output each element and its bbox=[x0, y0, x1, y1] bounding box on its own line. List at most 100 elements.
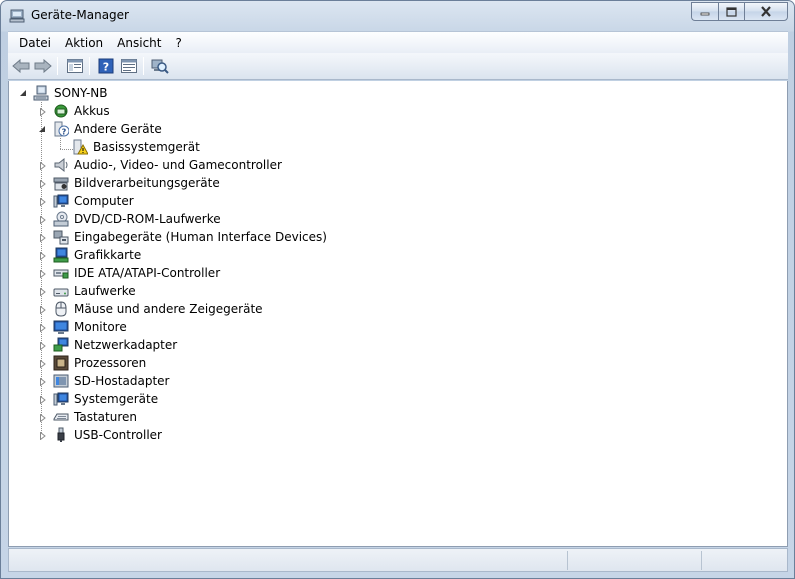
expand-icon[interactable] bbox=[38, 413, 47, 422]
tree-item-akkus[interactable]: Akkus bbox=[9, 102, 309, 120]
expand-icon[interactable] bbox=[38, 359, 47, 368]
expand-icon[interactable] bbox=[38, 431, 47, 440]
speaker-icon bbox=[54, 157, 68, 173]
toolbar-separator bbox=[143, 57, 144, 75]
console-tree-button[interactable] bbox=[65, 57, 85, 75]
disk-drive-icon bbox=[53, 288, 69, 297]
device-tree[interactable]: SONY-NB Akkus ? Andere Geräte Basissyste… bbox=[8, 81, 788, 547]
tree-item-basissystemgeraet[interactable]: Basissystemgerät bbox=[9, 138, 309, 156]
expand-icon[interactable] bbox=[38, 305, 47, 314]
tree-item-andere-geraete[interactable]: ? Andere Geräte bbox=[9, 120, 309, 138]
tree-item-label: Basissystemgerät bbox=[93, 140, 200, 154]
close-button[interactable] bbox=[744, 2, 788, 21]
tree-item-usb[interactable]: USB-Controller bbox=[9, 426, 309, 444]
back-button[interactable] bbox=[11, 57, 31, 75]
monitor-icon bbox=[53, 320, 69, 334]
toolbar-separator bbox=[57, 57, 58, 75]
expand-icon[interactable] bbox=[38, 395, 47, 404]
menu-ansicht[interactable]: Ansicht bbox=[110, 33, 168, 53]
tree-item-label: Computer bbox=[74, 194, 134, 208]
tree-item-maeuse[interactable]: Mäuse und andere Zeigegeräte bbox=[9, 300, 329, 318]
hid-icon bbox=[53, 230, 69, 245]
tree-item-monitore[interactable]: Monitore bbox=[9, 318, 309, 336]
tree-item-hid[interactable]: Eingabegeräte (Human Interface Devices) bbox=[9, 228, 329, 246]
menu-bar: Datei Aktion Ansicht ? bbox=[8, 31, 788, 53]
properties-button[interactable] bbox=[119, 57, 139, 75]
tree-item-label: Bildverarbeitungsgeräte bbox=[74, 176, 220, 190]
expand-icon[interactable] bbox=[38, 323, 47, 332]
display-adapter-icon bbox=[53, 247, 69, 263]
expand-icon[interactable] bbox=[38, 215, 47, 224]
menu-datei[interactable]: Datei bbox=[12, 33, 58, 53]
forward-arrow-icon bbox=[34, 59, 52, 73]
expand-icon[interactable] bbox=[38, 233, 47, 242]
help-icon: ? bbox=[98, 58, 114, 74]
tree-item-label: Akkus bbox=[74, 104, 110, 118]
tree-item-tastaturen[interactable]: Tastaturen bbox=[9, 408, 309, 426]
tree-item-systemgeraete[interactable]: Systemgeräte bbox=[9, 390, 309, 408]
tree-item-label: Tastaturen bbox=[74, 410, 137, 424]
tree-item-sd-hostadapter[interactable]: SD-Hostadapter bbox=[9, 372, 309, 390]
svg-text:?: ? bbox=[103, 61, 109, 74]
collapse-icon[interactable] bbox=[19, 89, 28, 98]
expand-icon[interactable] bbox=[38, 107, 47, 116]
device-manager-icon bbox=[9, 9, 25, 23]
tree-item-label: Netzwerkadapter bbox=[74, 338, 178, 352]
expand-icon[interactable] bbox=[38, 161, 47, 170]
maximize-button[interactable] bbox=[718, 2, 744, 21]
expand-icon[interactable] bbox=[38, 197, 47, 206]
scan-hardware-button[interactable] bbox=[150, 57, 170, 75]
tree-item-label: Grafikkarte bbox=[74, 248, 142, 262]
title-bar[interactable]: Geräte-Manager bbox=[1, 1, 794, 31]
caption-buttons bbox=[691, 2, 788, 21]
tree-item-ide[interactable]: IDE ATA/ATAPI-Controller bbox=[9, 264, 309, 282]
menu-aktion[interactable]: Aktion bbox=[58, 33, 110, 53]
collapse-icon[interactable] bbox=[38, 125, 47, 134]
tree-item-laufwerke[interactable]: Laufwerke bbox=[9, 282, 309, 300]
network-adapter-icon bbox=[53, 337, 69, 352]
tree-item-label: Andere Geräte bbox=[74, 122, 162, 136]
minimize-button[interactable] bbox=[691, 2, 718, 21]
show-hide-console-tree-icon bbox=[67, 59, 83, 73]
camera-icon bbox=[53, 177, 69, 191]
computer-icon bbox=[53, 194, 69, 208]
tree-item-label: IDE ATA/ATAPI-Controller bbox=[74, 266, 221, 280]
tree-item-bildverarbeitung[interactable]: Bildverarbeitungsgeräte bbox=[9, 174, 309, 192]
help-button[interactable]: ? bbox=[96, 57, 116, 75]
tree-item-computer[interactable]: Computer bbox=[9, 192, 309, 210]
minimize-icon bbox=[700, 12, 710, 15]
processor-icon bbox=[53, 355, 69, 371]
tree-item-label: Monitore bbox=[74, 320, 127, 334]
tree-item-label: Systemgeräte bbox=[74, 392, 159, 406]
expand-icon[interactable] bbox=[38, 179, 47, 188]
mouse-icon bbox=[55, 301, 67, 317]
expand-icon[interactable] bbox=[38, 251, 47, 260]
menu-help[interactable]: ? bbox=[168, 33, 188, 53]
expand-icon[interactable] bbox=[38, 341, 47, 350]
back-arrow-icon bbox=[12, 59, 30, 73]
tree-item-prozessoren[interactable]: Prozessoren bbox=[9, 354, 309, 372]
status-pane bbox=[701, 551, 787, 570]
close-icon bbox=[761, 6, 771, 17]
tree-item-dvd[interactable]: DVD/CD-ROM-Laufwerke bbox=[9, 210, 309, 228]
status-pane bbox=[567, 551, 701, 570]
expand-icon[interactable] bbox=[38, 287, 47, 296]
forward-button[interactable] bbox=[33, 57, 53, 75]
computer-root-icon bbox=[33, 85, 49, 101]
status-bar bbox=[8, 548, 788, 572]
tree-item-label: DVD/CD-ROM-Laufwerke bbox=[74, 212, 221, 226]
scan-hardware-icon bbox=[151, 59, 169, 74]
maximize-icon bbox=[726, 6, 737, 17]
dvd-drive-icon bbox=[53, 211, 69, 227]
tree-root-label: SONY-NB bbox=[54, 86, 108, 100]
system-device-icon bbox=[53, 392, 69, 406]
tree-root-sony-nb[interactable]: SONY-NB bbox=[9, 84, 309, 102]
battery-icon bbox=[54, 104, 68, 118]
usb-icon bbox=[57, 427, 65, 442]
tree-item-netzwerkadapter[interactable]: Netzwerkadapter bbox=[9, 336, 309, 354]
tree-item-label: SD-Hostadapter bbox=[74, 374, 170, 388]
expand-icon[interactable] bbox=[38, 269, 47, 278]
tree-item-grafikkarte[interactable]: Grafikkarte bbox=[9, 246, 309, 264]
tree-item-audio[interactable]: Audio-, Video- und Gamecontroller bbox=[9, 156, 329, 174]
expand-icon[interactable] bbox=[38, 377, 47, 386]
